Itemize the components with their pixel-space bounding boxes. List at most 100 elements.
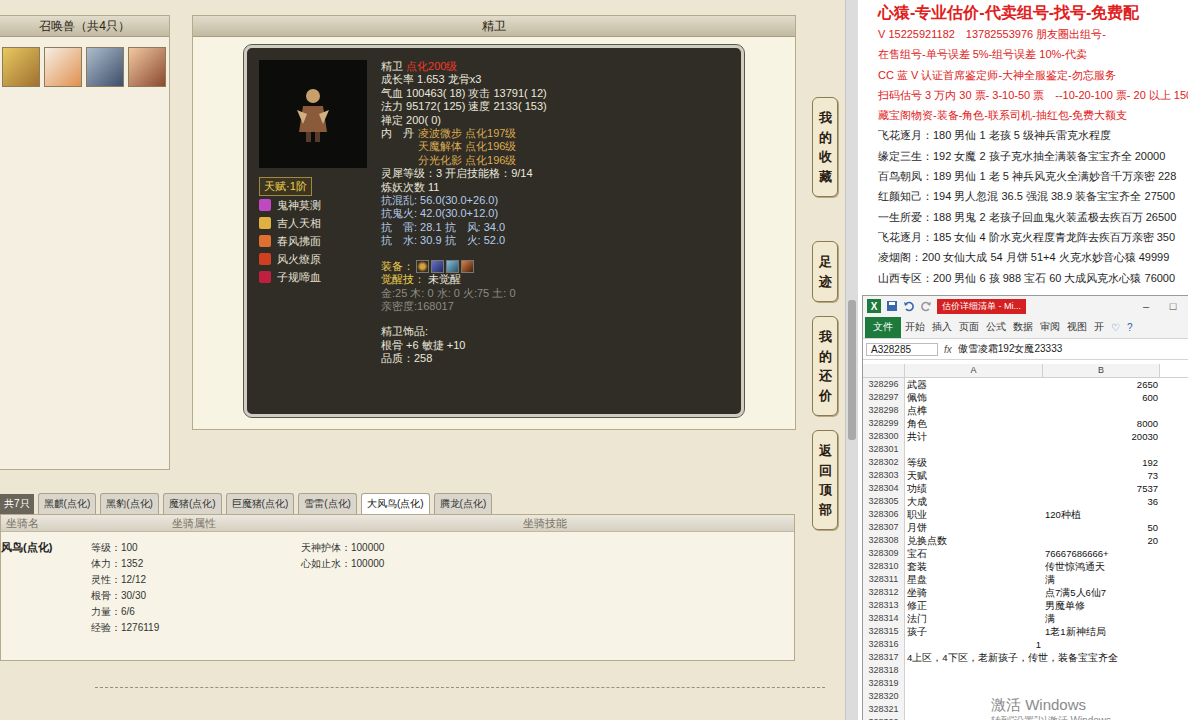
cell[interactable] (1043, 690, 1160, 703)
side-button[interactable]: 我的收藏 (812, 97, 838, 197)
side-button[interactable]: 返回顶部 (812, 430, 838, 530)
cell[interactable] (1043, 638, 1160, 651)
cell[interactable] (1043, 716, 1160, 720)
row-number[interactable]: 328318 (863, 664, 905, 677)
summon-avatar[interactable] (2, 47, 40, 87)
cell[interactable]: 点榫 (905, 404, 1043, 417)
row-number[interactable]: 328301 (863, 443, 905, 456)
ribbon-tab[interactable]: 审阅 (1037, 318, 1063, 337)
page-scrollbar[interactable] (845, 0, 858, 720)
row-number[interactable]: 328312 (863, 586, 905, 599)
row-number[interactable]: 328302 (863, 456, 905, 469)
row-number[interactable]: 328314 (863, 612, 905, 625)
cell[interactable]: 星盘 (905, 573, 1043, 586)
cell[interactable] (1043, 664, 1160, 677)
save-icon[interactable] (886, 300, 898, 312)
cell[interactable]: 20 (1043, 534, 1160, 547)
cell[interactable]: 8000 (1043, 417, 1160, 430)
cell[interactable]: 点7满5人6仙7 (1043, 586, 1160, 599)
row-number[interactable]: 328313 (863, 599, 905, 612)
cell[interactable]: 套装 (905, 560, 1043, 573)
talent-skill[interactable]: 吉人天相 (259, 214, 367, 232)
row-number[interactable]: 328299 (863, 417, 905, 430)
equipment-icon[interactable] (446, 260, 459, 273)
redo-icon[interactable] (920, 300, 932, 312)
mount-tab[interactable]: 黑麒(点化) (38, 493, 97, 514)
cell[interactable] (905, 716, 1043, 720)
cell[interactable]: 月饼 (905, 521, 1043, 534)
mount-tab[interactable]: 大风鸟(点化) (361, 493, 430, 514)
ribbon-icon[interactable]: ? (1124, 322, 1136, 333)
cell[interactable]: 角色 (905, 417, 1043, 430)
ribbon-tab[interactable]: 开 (1091, 318, 1107, 337)
ribbon-icon[interactable]: ♡ (1108, 322, 1123, 333)
cell[interactable]: 2650 (1043, 378, 1160, 391)
column-header[interactable]: B (1043, 364, 1160, 377)
ribbon-tab[interactable]: 页面 (956, 318, 982, 337)
row-number[interactable]: 328317 (863, 651, 905, 664)
cell[interactable] (1043, 677, 1160, 690)
cell[interactable]: 7537 (1043, 482, 1160, 495)
cell[interactable]: 36 (1043, 495, 1160, 508)
mount-tab[interactable]: 巨魔猪(点化) (226, 493, 295, 514)
cell[interactable]: 兑换点数 (905, 534, 1043, 547)
ribbon-tab[interactable]: 开始 (902, 318, 928, 337)
row-number[interactable]: 328322 (863, 716, 905, 720)
cell[interactable]: 满 (1043, 573, 1160, 586)
cell[interactable]: 192 (1043, 456, 1160, 469)
cell[interactable]: 法门 (905, 612, 1043, 625)
cell[interactable] (905, 690, 1043, 703)
mount-tab[interactable]: 腾龙(点化) (434, 493, 493, 514)
row-number[interactable]: 328297 (863, 391, 905, 404)
equipment-icon[interactable] (416, 260, 429, 273)
summon-avatar[interactable] (86, 47, 124, 87)
cell[interactable] (1043, 443, 1160, 456)
row-number[interactable]: 328311 (863, 573, 905, 586)
cell[interactable]: 76667686666+ (1043, 547, 1160, 560)
cell[interactable]: 宝石 (905, 547, 1043, 560)
cell[interactable]: 男魔单修 (1043, 599, 1160, 612)
cell[interactable] (905, 677, 1043, 690)
equipment-icon[interactable] (461, 260, 474, 273)
column-header[interactable]: A (905, 364, 1043, 377)
cell[interactable]: 职业 (905, 508, 1043, 521)
cell[interactable]: 600 (1043, 391, 1160, 404)
side-button[interactable]: 我的还价 (812, 316, 838, 416)
cell[interactable] (905, 443, 1043, 456)
cell[interactable]: 满 (1043, 612, 1160, 625)
row-number[interactable]: 328316 (863, 638, 905, 651)
cell[interactable] (905, 664, 1043, 677)
cell[interactable]: 等级 (905, 456, 1043, 469)
cell[interactable]: 120种植 (1043, 508, 1160, 521)
ribbon-tab[interactable]: 公式 (983, 318, 1009, 337)
cell[interactable] (1043, 703, 1160, 716)
formula-input[interactable]: 傲雪凌霜192女魔23333 (958, 342, 1063, 356)
cell[interactable]: 共计 (905, 430, 1043, 443)
row-number[interactable]: 328307 (863, 521, 905, 534)
cell[interactable]: 20030 (1043, 430, 1160, 443)
mount-tab[interactable]: 魔猪(点化) (163, 493, 222, 514)
mount-tab[interactable]: 雪雷(点化) (298, 493, 357, 514)
row-number[interactable]: 328310 (863, 560, 905, 573)
row-number[interactable]: 328320 (863, 690, 905, 703)
row-number[interactable]: 328319 (863, 677, 905, 690)
ribbon-tab[interactable]: 视图 (1064, 318, 1090, 337)
cell[interactable]: 武器 (905, 378, 1043, 391)
row-number[interactable]: 328321 (863, 703, 905, 716)
row-number[interactable]: 328305 (863, 495, 905, 508)
row-number[interactable]: 328315 (863, 625, 905, 638)
side-button[interactable]: 足迹 (812, 241, 838, 302)
summon-avatar[interactable] (44, 47, 82, 87)
window-button[interactable]: □ (1162, 300, 1184, 312)
row-number[interactable]: 328296 (863, 378, 905, 391)
row-number[interactable]: 328306 (863, 508, 905, 521)
cell[interactable]: 1 (905, 638, 1043, 651)
undo-icon[interactable] (903, 300, 915, 312)
cell[interactable]: 功绩 (905, 482, 1043, 495)
ribbon-tab[interactable]: 数据 (1010, 318, 1036, 337)
talent-skill[interactable]: 鬼神莫测 (259, 196, 367, 214)
row-number[interactable]: 328298 (863, 404, 905, 417)
cell[interactable] (1043, 404, 1160, 417)
mount-tab[interactable]: 黑豹(点化) (100, 493, 159, 514)
talent-skill[interactable]: 春风拂面 (259, 232, 367, 250)
